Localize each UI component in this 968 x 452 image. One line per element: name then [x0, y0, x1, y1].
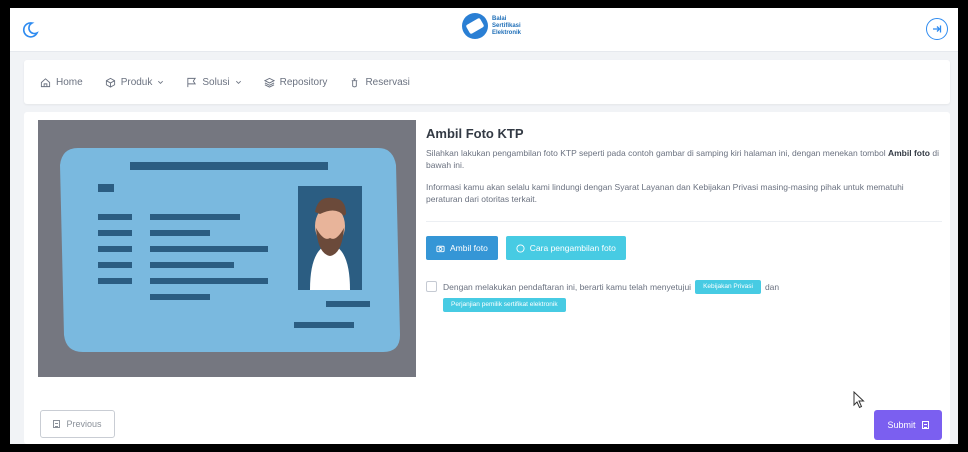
previous-button[interactable]: Previous: [40, 410, 115, 438]
agreement-text: Dengan melakukan pendaftaran ini, berart…: [443, 282, 692, 292]
instructions-panel: Ambil Foto KTP Silahkan lakukan pengambi…: [426, 126, 942, 312]
privacy-text: Informasi kamu akan selalu kami lindungi…: [426, 182, 904, 204]
page-title: Ambil Foto KTP: [426, 126, 524, 141]
box-icon: [105, 77, 115, 88]
nav-item-reservasi[interactable]: Reservasi: [349, 76, 410, 88]
submit-button[interactable]: Submit: [874, 410, 942, 440]
agreement-section: Dengan melakukan pendaftaran ini, berart…: [426, 280, 942, 312]
nav-item-label: Repository: [279, 76, 328, 88]
nav-item-label: Solusi: [202, 76, 230, 88]
previous-icon: [53, 420, 61, 428]
logout-button[interactable]: [926, 18, 948, 40]
agreement-and-text: dan: [764, 282, 780, 292]
ktp-photo-card: Ambil Foto KTP Silahkan lakukan pengambi…: [24, 112, 950, 444]
app-window: Balai Sertifikasi Elektronik Home Produk…: [10, 8, 958, 444]
divider: [426, 221, 942, 222]
action-buttons: Ambil foto Cara pengambilan foto: [426, 236, 942, 260]
info-icon: [516, 243, 525, 253]
main-navigation: Home Produk Solusi Repository Reservasi: [24, 60, 950, 104]
logo-mark-icon: [462, 13, 488, 39]
submit-icon: [921, 421, 929, 429]
nav-item-label: Reservasi: [365, 76, 410, 88]
instruction-text: Silahkan lakukan pengambilan foto KTP se…: [426, 148, 939, 170]
dark-mode-toggle-icon[interactable]: [20, 20, 40, 40]
home-icon: [40, 77, 51, 87]
top-header: Balai Sertifikasi Elektronik: [10, 8, 958, 52]
nav-item-solusi[interactable]: Solusi: [186, 77, 241, 88]
chevron-down-icon: [235, 80, 241, 84]
nav-item-produk[interactable]: Produk: [105, 77, 165, 88]
chevron-down-icon: [158, 80, 164, 84]
nav-item-label: Home: [56, 76, 83, 88]
brand-logo[interactable]: Balai Sertifikasi Elektronik: [462, 13, 536, 39]
ktp-example-illustration: [38, 120, 416, 377]
certificate-agreement-link[interactable]: Perjanjian pemilik sertifikat elektronik: [443, 298, 566, 312]
flag-icon: [187, 77, 197, 87]
agreement-body: Dengan melakukan pendaftaran ini, berart…: [443, 280, 779, 312]
nav-item-repository[interactable]: Repository: [263, 76, 328, 88]
take-photo-button[interactable]: Ambil foto: [426, 236, 498, 260]
camera-icon: [436, 245, 445, 252]
logo-text: Balai Sertifikasi Elektronik: [492, 15, 522, 36]
touch-icon: [352, 77, 358, 87]
logout-icon: [933, 25, 942, 33]
agreement-line: Dengan melakukan pendaftaran ini, berart…: [443, 280, 779, 294]
how-to-photo-button[interactable]: Cara pengambilan foto: [505, 236, 626, 260]
nav-item-home[interactable]: Home: [40, 77, 83, 88]
privacy-policy-link[interactable]: Kebijakan Privasi: [695, 280, 761, 294]
mouse-cursor-icon: [853, 391, 865, 409]
nav-item-label: Produk: [120, 76, 153, 88]
layers-icon: [263, 77, 275, 88]
agreement-checkbox[interactable]: [426, 281, 437, 292]
